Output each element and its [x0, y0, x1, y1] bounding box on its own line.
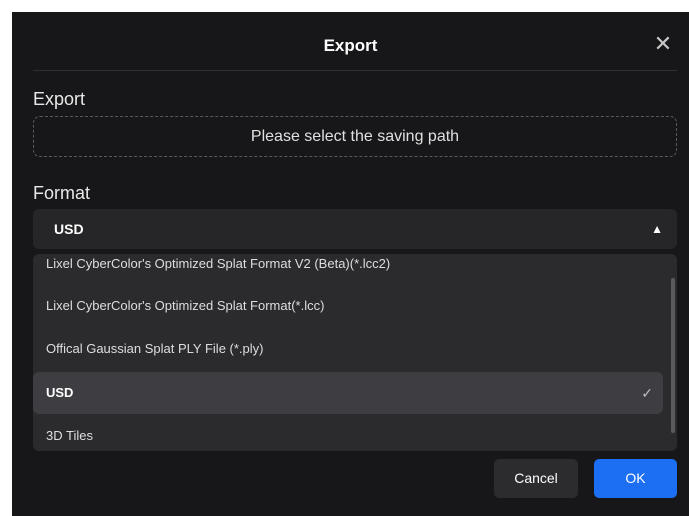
format-option-label: USD: [46, 385, 74, 400]
triangle-up-icon: ▲: [651, 222, 663, 236]
format-select-value: USD: [54, 221, 84, 237]
dropdown-scrollbar-thumb[interactable]: [671, 278, 675, 433]
format-select[interactable]: USD ▲: [33, 209, 677, 249]
format-dropdown: Lixel CyberColor's Optimized Splat Forma…: [33, 254, 677, 451]
format-option-lcc[interactable]: Lixel CyberColor's Optimized Splat Forma…: [33, 285, 663, 327]
saving-path-selector[interactable]: Please select the saving path: [33, 116, 677, 157]
format-section-label: Format: [33, 183, 91, 203]
dialog-title: Export: [323, 36, 378, 55]
check-icon: ✓: [641, 385, 653, 401]
export-section-label: Export: [33, 89, 86, 109]
cancel-button[interactable]: Cancel: [494, 459, 578, 498]
format-option-3d-tiles[interactable]: 3D Tiles: [33, 415, 663, 451]
ok-button[interactable]: OK: [594, 459, 677, 498]
format-option-usd[interactable]: USD ✓: [33, 372, 663, 414]
format-option-lcc2[interactable]: Lixel CyberColor's Optimized Splat Forma…: [33, 254, 663, 285]
export-dialog: Export ✕ Export Please select the saving…: [12, 12, 689, 516]
format-option-ply[interactable]: Offical Gaussian Splat PLY File (*.ply): [33, 328, 663, 370]
header-divider: [33, 70, 677, 71]
close-icon[interactable]: ✕: [653, 33, 673, 55]
